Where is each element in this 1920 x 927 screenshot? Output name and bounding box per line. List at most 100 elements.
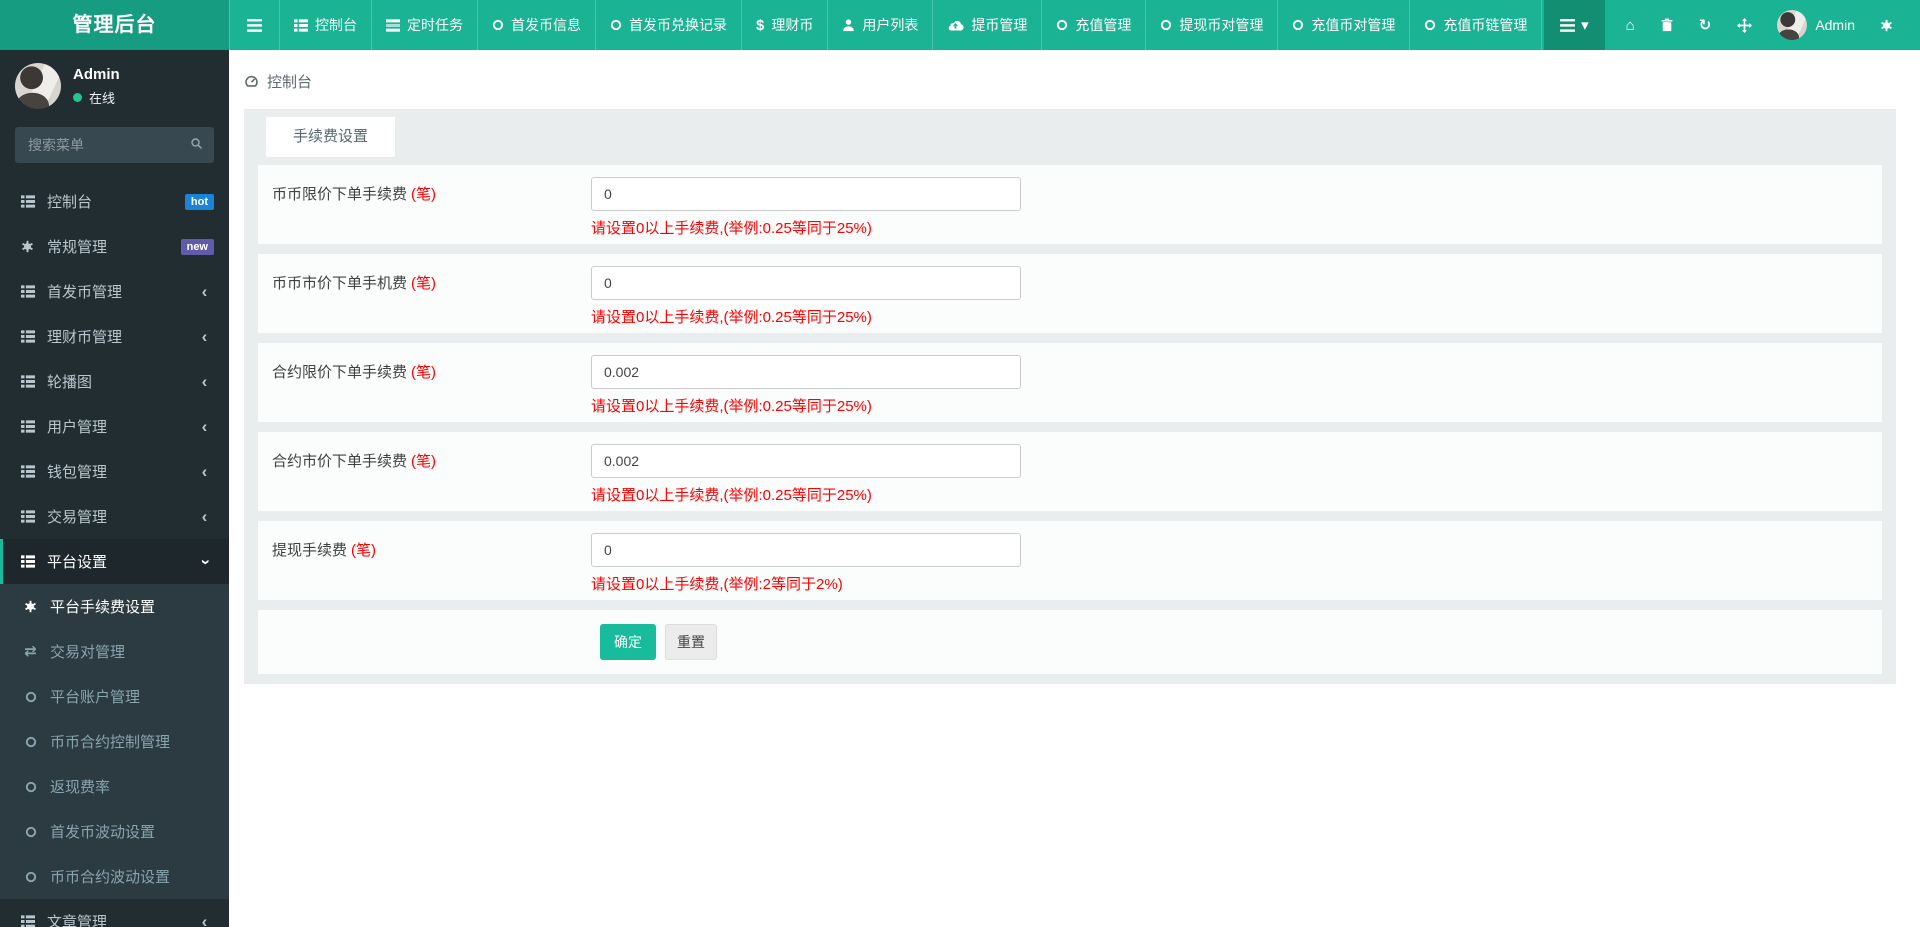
sidebar-item-常规管理: 常规管理 new: [0, 224, 229, 269]
top-nav-item-label: 首发币信息: [511, 17, 581, 33]
fee-input[interactable]: [591, 444, 1021, 478]
top-nav-item[interactable]: $ 理财币: [742, 0, 829, 50]
expand-button[interactable]: [1724, 0, 1765, 50]
settings-button[interactable]: [1867, 0, 1906, 50]
circle-o-icon: [21, 871, 40, 883]
top-nav-item[interactable]: 充值币链管理: [1410, 0, 1543, 50]
fee-input[interactable]: [591, 177, 1021, 211]
sidebar-toggle-button[interactable]: [229, 0, 280, 50]
top-nav-item-label: 用户列表: [862, 17, 919, 33]
sidebar-link[interactable]: 控制台 hot: [0, 179, 229, 224]
submenu-item-平台手续费设置: 平台手续费设置: [0, 584, 229, 629]
dashboard-icon: [244, 74, 259, 89]
reset-button[interactable]: 重置: [665, 624, 717, 660]
sidebar-link[interactable]: 用户管理 ‹: [0, 404, 229, 449]
menu-badge: new: [180, 238, 214, 255]
exchange-icon: ⇄: [24, 643, 37, 660]
top-nav-item[interactable]: 提币管理: [933, 0, 1043, 50]
circle-o-icon: [492, 19, 504, 31]
fee-input[interactable]: [591, 266, 1021, 300]
submenu-item-首发币波动设置: 首发币波动设置: [0, 809, 229, 854]
sidebar-menu: 控制台 hot 常规管理 new 首发币管理 ‹ 理财币管理 ‹ 轮播图 ‹ 用户管理 ‹ 钱包管理 ‹ 交…: [0, 179, 229, 927]
tab-fee-settings[interactable]: 手续费设置: [266, 117, 396, 157]
field-control: 请设置0以上手续费,(举例:0.25等同于25%): [591, 171, 1868, 238]
hamburger-icon: [247, 18, 262, 32]
submenu-link[interactable]: 返现费率: [0, 764, 229, 809]
circle-o-icon: [1056, 19, 1068, 31]
sidebar-link[interactable]: 轮播图 ‹: [0, 359, 229, 404]
submenu-link[interactable]: 平台手续费设置: [0, 584, 229, 629]
tab-bar: 手续费设置: [266, 117, 1882, 157]
search-button[interactable]: [182, 131, 210, 159]
menu-item-label: 交易管理: [47, 509, 108, 526]
menu-item-label: 首发币波动设置: [50, 824, 156, 841]
form-actions: 确定 重置: [258, 610, 1882, 674]
form-row: 合约市价下单手续费(笔)请设置0以上手续费,(举例:0.25等同于25%): [258, 432, 1882, 511]
menu-item-label: 文章管理: [47, 914, 108, 927]
sidebar-link[interactable]: 钱包管理 ‹: [0, 449, 229, 494]
submit-button[interactable]: 确定: [600, 624, 656, 660]
menu-item-label: 平台手续费设置: [50, 599, 156, 616]
submenu-item-返现费率: 返现费率: [0, 764, 229, 809]
top-nav-item-label: 充值币对管理: [1311, 17, 1396, 33]
app-logo[interactable]: 管理后台: [0, 0, 229, 50]
top-nav-item[interactable]: 提现币对管理: [1146, 0, 1279, 50]
sidebar-link[interactable]: 常规管理 new: [0, 224, 229, 269]
field-label-text: 提现手续费: [272, 542, 348, 559]
submenu-item-币币合约波动设置: 币币合约波动设置: [0, 854, 229, 899]
refresh-button[interactable]: ↻: [1686, 0, 1725, 50]
field-unit: (笔): [411, 186, 437, 203]
sidebar-link[interactable]: 首发币管理 ‹: [0, 269, 229, 314]
field-label: 合约市价下单手续费 (笔): [272, 438, 591, 505]
top-nav-item[interactable]: 用户列表: [828, 0, 934, 50]
sidebar-item-理财币管理: 理财币管理 ‹: [0, 314, 229, 359]
sidebar-search: [15, 127, 214, 163]
top-nav-item[interactable]: 首发币信息: [478, 0, 596, 50]
top-nav-item-label: 充值管理: [1075, 17, 1132, 33]
fee-input[interactable]: [591, 355, 1021, 389]
top-nav-item[interactable]: 充值管理: [1042, 0, 1147, 50]
chevron-left-icon: ‹: [201, 506, 208, 526]
top-nav-item[interactable]: 首发币兑换记录: [596, 0, 742, 50]
sidebar-link[interactable]: 文章管理 ‹: [0, 899, 229, 927]
user-icon: [842, 18, 855, 32]
field-help-text: 请设置0以上手续费,(举例:0.25等同于25%): [591, 398, 872, 415]
submenu-link[interactable]: ⇄ 交易对管理: [0, 629, 229, 674]
menu-item-label: 币币合约控制管理: [50, 734, 171, 751]
chevron-left-icon: ‹: [201, 461, 208, 481]
submenu-link[interactable]: 币币合约波动设置: [0, 854, 229, 899]
menu-item-label: 首发币管理: [47, 284, 123, 301]
form-actions-spacer: [272, 624, 591, 660]
circle-o-icon: [21, 826, 40, 838]
sidebar-item-钱包管理: 钱包管理 ‹: [0, 449, 229, 494]
top-nav-item[interactable]: 充值币对管理: [1278, 0, 1411, 50]
fee-input[interactable]: [591, 533, 1021, 567]
field-unit: (笔): [351, 542, 377, 559]
sidebar-link[interactable]: 交易管理 ‹: [0, 494, 229, 539]
top-nav-item[interactable]: 控制台: [280, 0, 372, 50]
header: 管理后台 控制台 定时任务 首发币信息 首发币兑换记录 $ 理财币 用户列表 提币管理 充值管理…: [0, 0, 1920, 50]
submenu-link[interactable]: 币币合约控制管理: [0, 719, 229, 764]
submenu-link[interactable]: 平台账户管理: [0, 674, 229, 719]
sidebar-link[interactable]: 平台设置 ‹: [0, 539, 229, 584]
admin-menu[interactable]: Admin: [1765, 10, 1867, 40]
menu-badge: hot: [184, 193, 214, 210]
home-button[interactable]: ⌂: [1613, 0, 1648, 50]
submenu-link[interactable]: 首发币波动设置: [0, 809, 229, 854]
sidebar-item-文章管理: 文章管理 ‹: [0, 899, 229, 927]
trash-button[interactable]: [1648, 0, 1686, 50]
sidebar-link[interactable]: 理财币管理 ‹: [0, 314, 229, 359]
user-status-label: 在线: [89, 90, 116, 106]
circle-o-icon: [1424, 19, 1436, 31]
field-label: 币币限价下单手续费 (笔): [272, 171, 591, 238]
top-nav-item[interactable]: 定时任务: [372, 0, 478, 50]
field-help-text: 请设置0以上手续费,(举例:0.25等同于25%): [591, 220, 872, 237]
field-unit: (笔): [411, 453, 437, 470]
admin-name: Admin: [1815, 17, 1855, 33]
top-nav-item-label: 充值币链管理: [1443, 17, 1528, 33]
menu-item-label: 控制台: [47, 194, 93, 211]
th-list-icon: [18, 555, 37, 568]
expand-icon: [1737, 17, 1753, 33]
nav-collapse-menu-button[interactable]: ▾: [1544, 0, 1605, 50]
field-help-text: 请设置0以上手续费,(举例:0.25等同于25%): [591, 309, 872, 326]
